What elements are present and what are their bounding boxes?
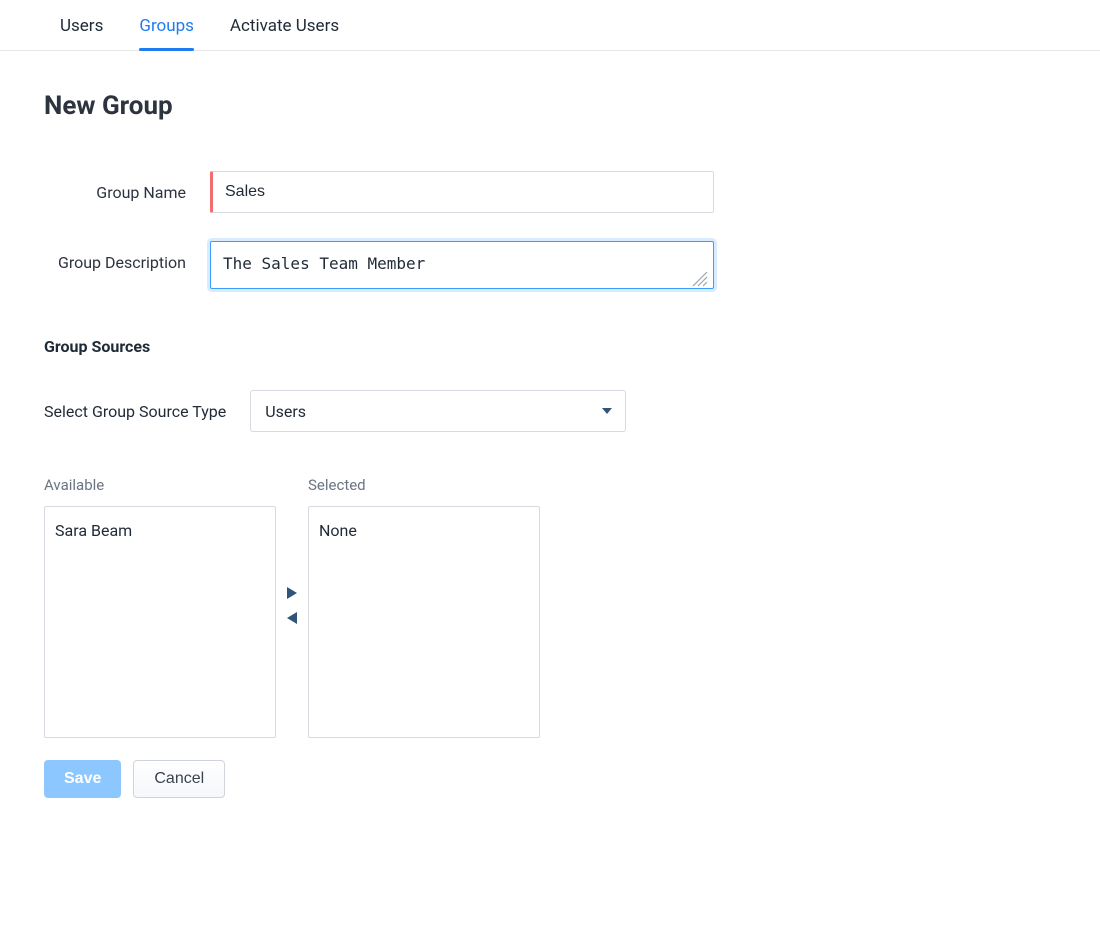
selected-none: None	[319, 519, 529, 542]
row-group-name: Group Name	[44, 171, 1040, 213]
input-group-description[interactable]	[210, 241, 714, 289]
label-source-type: Select Group Source Type	[44, 402, 226, 421]
selected-list[interactable]: None	[308, 506, 540, 738]
select-source-type[interactable]: Users	[250, 390, 626, 432]
chevron-left-icon	[287, 612, 297, 624]
mover-controls	[280, 476, 304, 738]
row-group-description: Group Description	[44, 241, 1040, 293]
tab-groups[interactable]: Groups	[139, 16, 194, 50]
input-group-name[interactable]	[210, 171, 714, 213]
tab-users[interactable]: Users	[60, 16, 103, 50]
tab-activate-users[interactable]: Activate Users	[230, 16, 339, 50]
move-left-button[interactable]	[285, 610, 299, 629]
list-item[interactable]: Sara Beam	[55, 519, 265, 542]
move-right-button[interactable]	[285, 585, 299, 604]
label-group-description: Group Description	[44, 241, 210, 272]
label-group-name: Group Name	[44, 183, 210, 202]
cancel-button[interactable]: Cancel	[133, 760, 225, 798]
chevron-right-icon	[287, 587, 297, 599]
save-button[interactable]: Save	[44, 760, 121, 798]
dual-list: Available Sara Beam Selected None	[44, 476, 1040, 738]
section-title-group-sources: Group Sources	[44, 337, 1040, 356]
main-content: New Group Group Name Group Description G…	[0, 51, 1100, 858]
select-source-type-value: Users	[265, 402, 306, 421]
action-buttons: Save Cancel	[44, 760, 1040, 798]
tabs-bar: Users Groups Activate Users	[0, 0, 1100, 51]
row-source-type: Select Group Source Type Users	[44, 390, 1040, 432]
selected-title: Selected	[308, 476, 540, 494]
available-title: Available	[44, 476, 276, 494]
available-list[interactable]: Sara Beam	[44, 506, 276, 738]
page-title: New Group	[44, 91, 1040, 121]
